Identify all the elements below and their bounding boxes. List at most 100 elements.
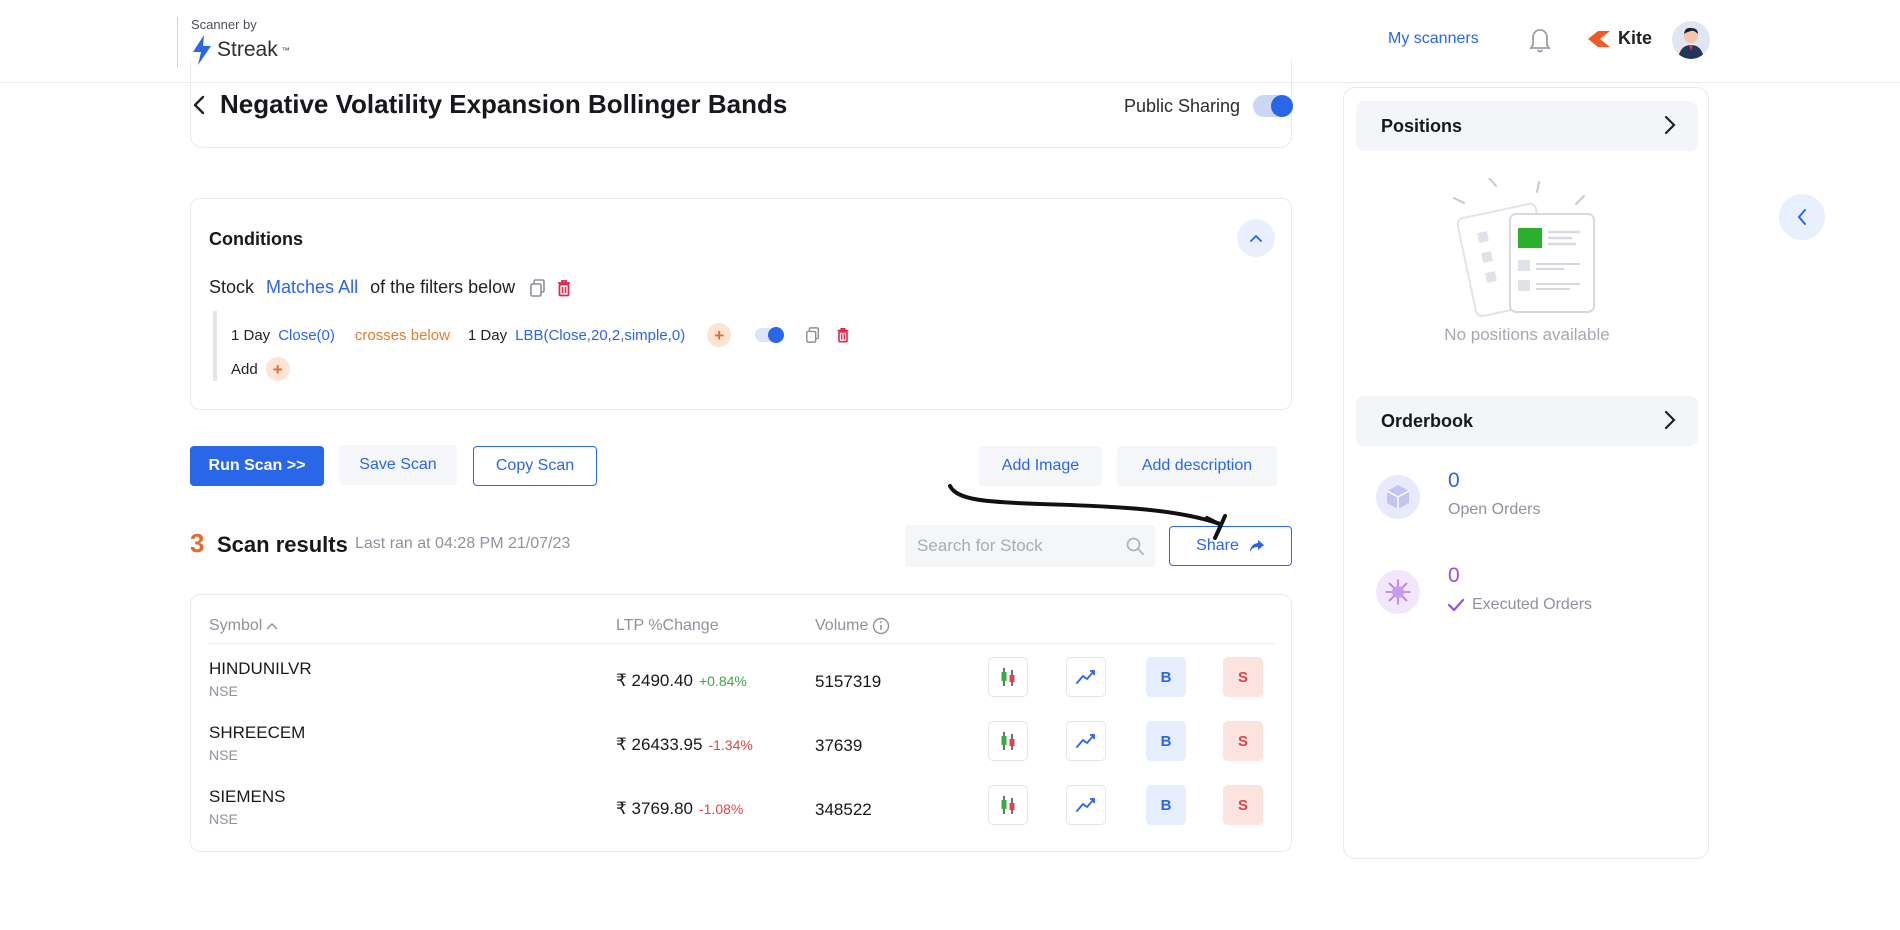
column-volume-label: Volume [815, 617, 869, 634]
filters-suffix: of the filters below [370, 277, 516, 297]
column-symbol[interactable]: Symbol [209, 617, 278, 635]
back-chevron-icon[interactable] [190, 94, 208, 116]
row-symbol[interactable]: HINDUNILVR [209, 659, 312, 679]
sell-button[interactable]: S [1223, 657, 1263, 697]
row-ltp-value: ₹ 2490.40 [616, 671, 693, 690]
empty-positions-illustration [1453, 178, 1595, 318]
filter-row: 1 Day Close(0) crosses below 1 Day LBB(C… [231, 323, 851, 347]
executed-orders-count: 0 [1448, 564, 1460, 587]
column-ltp[interactable]: LTP %Change [616, 617, 719, 635]
filter-group: 1 Day Close(0) crosses below 1 Day LBB(C… [213, 311, 849, 381]
line-chart-icon [1076, 734, 1095, 748]
chevron-up-icon [1250, 234, 1262, 242]
row-change: -1.08% [699, 801, 744, 817]
open-orders-count: 0 [1448, 469, 1460, 492]
copy-icon[interactable] [805, 326, 821, 344]
row-change: +0.84% [699, 673, 747, 689]
orderbook-label: Orderbook [1381, 411, 1474, 431]
row-exchange: NSE [209, 747, 238, 763]
executed-orders-icon [1376, 570, 1420, 614]
add-operand-button[interactable]: + [707, 323, 732, 347]
line-chart-icon [1076, 670, 1095, 684]
kite-logo-icon [1588, 30, 1610, 47]
filter-enable-toggle[interactable] [755, 327, 785, 343]
results-table: Symbol LTP %Change Volume HINDUNILVR NSE… [190, 594, 1292, 852]
filter-rhs[interactable]: LBB(Close,20,2,simple,0) [515, 327, 685, 344]
add-filter-row[interactable]: Add + [231, 357, 290, 381]
orderbook-header[interactable]: Orderbook [1356, 396, 1698, 446]
table-row[interactable]: HINDUNILVR NSE ₹ 2490.40 +0.84% 5157319 B… [191, 647, 1291, 711]
run-scan-button[interactable]: Run Scan >> [190, 446, 324, 486]
candlestick-icon [1001, 668, 1015, 686]
column-ltp-label: LTP %Change [616, 617, 719, 634]
candlestick-chart-button[interactable] [988, 657, 1028, 697]
check-icon [1448, 599, 1464, 611]
save-scan-button[interactable]: Save Scan [339, 445, 457, 485]
share-arrow-icon [1249, 540, 1264, 552]
column-volume[interactable]: Volume [815, 617, 890, 635]
stock-label: Stock [209, 277, 255, 297]
buy-button[interactable]: B [1146, 785, 1186, 825]
row-ltp: ₹ 2490.40 +0.84% [616, 671, 747, 691]
conditions-card: Conditions Stock Matches All of the filt… [190, 198, 1292, 410]
filter-lhs[interactable]: Close(0) [278, 327, 335, 344]
filter-timeframe-2[interactable]: 1 Day [468, 327, 507, 344]
filter-operator[interactable]: crosses below [355, 327, 450, 344]
info-icon[interactable] [872, 617, 890, 635]
table-row[interactable]: SIEMENS NSE ₹ 3769.80 -1.08% 348522 B S [191, 775, 1291, 839]
logo-trademark: ™ [281, 45, 290, 55]
open-orders-label: Open Orders [1448, 501, 1541, 518]
add-filter-button[interactable]: + [265, 357, 290, 381]
buy-button[interactable]: B [1146, 721, 1186, 761]
sell-button[interactable]: S [1223, 785, 1263, 825]
row-volume: 5157319 [815, 672, 882, 691]
executed-orders-label: Executed Orders [1472, 596, 1593, 613]
executed-orders-summary[interactable]: 0 Executed Orders [1376, 564, 1676, 624]
row-change: -1.34% [708, 737, 753, 753]
positions-header[interactable]: Positions [1356, 101, 1698, 151]
line-chart-button[interactable] [1066, 785, 1106, 825]
candlestick-icon [1001, 732, 1015, 750]
sell-button[interactable]: S [1223, 721, 1263, 761]
results-count: 3 [190, 528, 205, 558]
row-ltp: ₹ 3769.80 -1.08% [616, 799, 743, 819]
trash-icon[interactable] [835, 326, 851, 344]
executed-orders-row: Executed Orders [1448, 596, 1592, 614]
avatar[interactable] [1672, 21, 1710, 59]
row-symbol[interactable]: SIEMENS [209, 787, 286, 807]
kite-link[interactable]: Kite [1588, 28, 1652, 49]
trash-icon[interactable] [555, 278, 573, 298]
filter-timeframe-1[interactable]: 1 Day [231, 327, 270, 344]
no-positions-message: No positions available [1444, 325, 1610, 344]
copy-scan-button[interactable]: Copy Scan [473, 446, 597, 486]
side-panel: Positions No positions available Orderbo… [1343, 87, 1709, 859]
copy-icon[interactable] [529, 278, 547, 298]
row-symbol[interactable]: SHREECEM [209, 723, 305, 743]
row-ltp: ₹ 26433.95 -1.34% [616, 735, 753, 755]
table-row[interactable]: SHREECEM NSE ₹ 26433.95 -1.34% 37639 B S [191, 711, 1291, 775]
match-mode-dropdown[interactable]: Matches All [266, 277, 358, 298]
chevron-right-icon [1664, 115, 1676, 135]
results-title: Scan results [217, 532, 348, 557]
candlestick-chart-button[interactable] [988, 785, 1028, 825]
collapse-conditions-button[interactable] [1237, 219, 1275, 257]
kite-label: Kite [1618, 28, 1653, 48]
my-scanners-link[interactable]: My scanners [1388, 30, 1479, 48]
collapse-side-panel-button[interactable] [1779, 194, 1825, 240]
bell-icon[interactable] [1528, 27, 1552, 55]
public-sharing-toggle[interactable] [1253, 95, 1293, 117]
line-chart-button[interactable] [1066, 657, 1106, 697]
open-orders-summary[interactable]: 0 Open Orders [1376, 469, 1676, 529]
candlestick-chart-button[interactable] [988, 721, 1028, 761]
row-ltp-value: ₹ 3769.80 [616, 799, 693, 818]
logo-name: Streak [217, 38, 278, 61]
positions-label: Positions [1381, 116, 1463, 136]
line-chart-button[interactable] [1066, 721, 1106, 761]
column-symbol-label: Symbol [209, 617, 263, 634]
row-exchange: NSE [209, 811, 238, 827]
buy-button[interactable]: B [1146, 657, 1186, 697]
row-ltp-value: ₹ 26433.95 [616, 735, 703, 754]
line-chart-icon [1076, 798, 1095, 812]
public-sharing-label: Public Sharing [1124, 96, 1241, 116]
last-ran-timestamp: Last ran at 04:28 PM 21/07/23 [355, 535, 571, 552]
